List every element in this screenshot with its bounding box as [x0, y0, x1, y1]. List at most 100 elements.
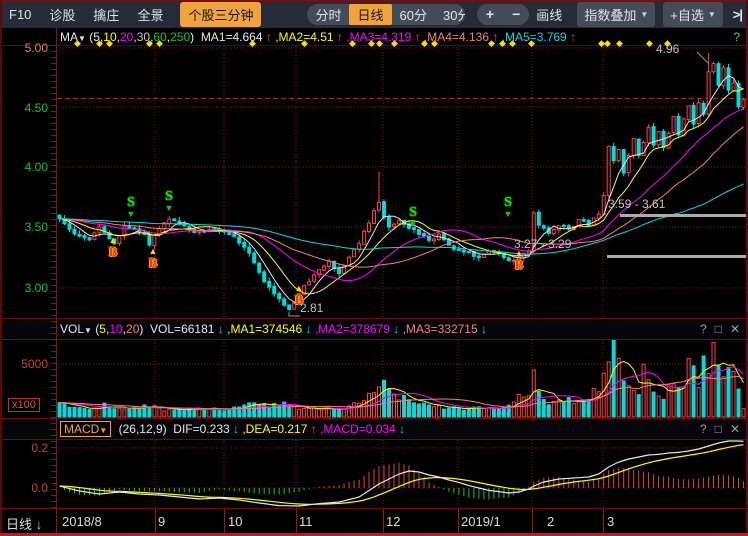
macd-chart[interactable]: [57, 440, 746, 508]
month-tick: [296, 509, 297, 534]
event-diamond-icon[interactable]: ◆: [106, 39, 113, 48]
buy-marker-label: B: [105, 245, 121, 258]
nav-item-3[interactable]: 全景: [137, 5, 163, 24]
event-diamond-icon[interactable]: ◆: [499, 39, 506, 48]
toolbar-right-group: 画线 指数叠加 ▼ +自选 ▼ >|: [529, 2, 742, 27]
macd-indicator-header: MACD▼ (26,12,9) DIF=0.233 ↓ ,DEA=0.217 ↑…: [0, 418, 748, 440]
zoom-out-button[interactable]: −: [503, 4, 529, 25]
price-axis-label-0: 5.00: [0, 41, 48, 55]
event-diamond-icon[interactable]: ◆: [604, 39, 611, 48]
vol-row-value-2: ,MA2=378679: [315, 322, 390, 336]
event-diamond-icon[interactable]: ◆: [301, 39, 308, 48]
volume-panel[interactable]: 5000x100: [0, 340, 748, 418]
help-icon[interactable]: ?: [733, 30, 740, 44]
arrow-down-icon: ↓: [36, 517, 43, 532]
event-diamond-icon[interactable]: ◆: [74, 39, 81, 48]
month-tick: [155, 509, 156, 534]
event-diamond-icon[interactable]: ◆: [528, 39, 535, 48]
zoom-in-button[interactable]: +: [477, 4, 503, 25]
ma-row-param-2: 20: [120, 30, 133, 44]
month-label-7: 3: [607, 514, 614, 529]
period-tab-1[interactable]: 日线: [349, 4, 391, 25]
arrow-down-icon: ↓: [302, 322, 315, 336]
macd-row-params: (26,12,9): [115, 422, 173, 436]
event-diamond-icon[interactable]: ◆: [368, 39, 375, 48]
zoom-pill: + −: [477, 4, 529, 25]
maximize-icon[interactable]: □: [715, 422, 722, 436]
price-axis-line: [56, 28, 57, 533]
event-diamond-icon[interactable]: ◆: [616, 39, 623, 48]
month-label-3: 11: [299, 514, 313, 529]
month-tick: [458, 509, 459, 534]
event-diamond-icon[interactable]: ◆: [391, 39, 398, 48]
top-toolbar: F10 诊股擒庄全景 个股三分钟 分时日线60分30分周线▼ + − 画线 指数叠…: [0, 0, 748, 28]
arrow-down-icon: ↓: [230, 422, 243, 436]
price-axis-label-1: 4.50: [0, 101, 48, 115]
period-tab-group: 分时日线60分30分周线▼: [307, 4, 464, 25]
close-icon[interactable]: ✕: [730, 422, 740, 436]
period-selector[interactable]: 日线 ↓: [6, 514, 42, 533]
candlestick-chart[interactable]: [57, 46, 746, 318]
close-icon[interactable]: ✕: [730, 322, 740, 336]
macd-panel[interactable]: 0.20.0: [0, 440, 748, 508]
period-tab-2[interactable]: 60分: [392, 4, 435, 25]
event-diamond-icon[interactable]: ◆: [249, 39, 256, 48]
event-diamond-icon[interactable]: ◆: [509, 39, 516, 48]
arrow-down-icon: ↓: [396, 422, 409, 436]
event-diamond-icon[interactable]: ◆: [96, 39, 103, 48]
vol-row-param-2: 20: [126, 322, 139, 336]
sell-marker-label: S: [161, 190, 177, 204]
volume-indicator-header: VOL▼ (5,10,20) VOL=66181 ↓ ,MA1=374546 ↓…: [0, 318, 748, 340]
stock-3min-button[interactable]: 个股三分钟: [180, 2, 261, 27]
add-watchlist-label: +自选: [670, 5, 704, 24]
month-label-6: 2: [547, 514, 554, 529]
ma-row-params-close: ): [190, 30, 201, 44]
help-icon[interactable]: ?: [700, 322, 707, 336]
vol-row-value-1: ,MA1=374546: [227, 322, 302, 336]
maximize-icon[interactable]: □: [715, 322, 722, 336]
event-diamond-icon[interactable]: ◆: [156, 39, 163, 48]
buy-marker: ▲B: [511, 249, 527, 271]
volume-chart[interactable]: [57, 340, 746, 418]
help-icon[interactable]: ?: [700, 422, 707, 436]
arrow-down-icon: ↓: [478, 322, 491, 336]
arrow-down-icon: ▼: [161, 204, 177, 213]
ma-row-icons: ?: [733, 30, 740, 44]
period-tab-3[interactable]: 30分: [435, 4, 465, 25]
sell-marker-label: S: [500, 196, 516, 210]
macd-row-value-2: ,MACD=0.034: [320, 422, 396, 436]
period-tab-0[interactable]: 分时: [307, 4, 349, 25]
event-diamond-icon[interactable]: ◆: [431, 39, 438, 48]
month-label-5: 2019/1: [461, 514, 501, 529]
macd-row-indicator-label[interactable]: MACD▼: [60, 421, 111, 437]
stock-chart-app: F10 诊股擒庄全景 个股三分钟 分时日线60分30分周线▼ + − 画线 指数叠…: [0, 0, 748, 536]
add-watchlist-button[interactable]: +自选 ▼: [663, 2, 723, 27]
high-annotation: 4.96: [656, 42, 679, 56]
event-diamond-icon[interactable]: ◆: [376, 39, 383, 48]
arrow-down-icon: ▼: [500, 210, 516, 219]
month-tick: [224, 509, 225, 534]
nav-item-1[interactable]: 诊股: [49, 5, 75, 24]
month-label-1: 9: [158, 514, 165, 529]
draw-line-button[interactable]: 画线: [536, 5, 562, 24]
arrow-up-icon: ↑: [334, 30, 347, 44]
buy-marker-label: B: [145, 256, 161, 269]
event-diamond-icon[interactable]: ◆: [646, 39, 653, 48]
event-diamond-icon[interactable]: ◆: [349, 39, 356, 48]
nav-item-0[interactable]: F10: [9, 7, 31, 22]
support-line: [607, 255, 746, 258]
collapse-panel-icon[interactable]: >|: [733, 7, 742, 22]
candlestick-panel[interactable]: 5.004.504.003.503.00: [0, 45, 748, 319]
vol-row-indicator-label[interactable]: VOL▼: [60, 322, 92, 336]
macd-axis-label-0: 0.2: [0, 441, 48, 455]
buy-marker-label: B: [511, 258, 527, 271]
price-axis-label-2: 4.00: [0, 160, 48, 174]
index-overlay-button[interactable]: 指数叠加 ▼: [577, 2, 655, 27]
event-diamond-icon[interactable]: ◆: [488, 39, 495, 48]
nav-item-2[interactable]: 擒庄: [93, 5, 119, 24]
event-diamond-icon[interactable]: ◆: [421, 39, 428, 48]
ma-row-indicator-label[interactable]: MA▼: [60, 30, 86, 44]
arrow-down-icon: ▼: [123, 210, 139, 219]
event-diamond-icon[interactable]: ◆: [146, 39, 153, 48]
vol-row-value-3: ,MA3=332715: [403, 322, 478, 336]
